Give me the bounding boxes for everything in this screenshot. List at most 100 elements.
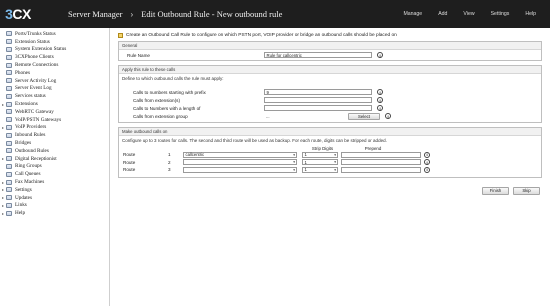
strip-digits-select[interactable]: 1 ▾ — [302, 159, 338, 166]
finish-button[interactable]: Finish — [482, 186, 509, 195]
sidebar-item-outbound-rules[interactable]: Outbound Rules — [0, 147, 109, 155]
section-heading: Apply this rule to these calls — [119, 66, 541, 74]
skip-button[interactable]: Skip — [513, 186, 540, 195]
sidebar-item-services-status[interactable]: Services status — [0, 92, 109, 100]
extension-group-row: Calls from extension group ... Select i — [119, 112, 541, 120]
make-calls-section: Make outbound calls on Configure up to 3… — [118, 127, 542, 178]
sidebar-item-server-event-log[interactable]: Server Event Log — [0, 85, 109, 93]
sidebar-item-voip-providers[interactable]: ▸ VoIP Providers — [0, 124, 109, 132]
section-description: Define to which outbound calls the rule … — [122, 76, 224, 81]
dropdown-arrow-icon: ▾ — [334, 152, 336, 157]
extensions-row: Calls from extension(s) i — [119, 96, 541, 104]
extensions-input[interactable] — [264, 97, 372, 103]
phones-icon — [6, 70, 12, 76]
dropdown-arrow-icon: ▾ — [334, 160, 336, 165]
sidebar-item-system-extension-status[interactable]: System Extension Status — [0, 46, 109, 54]
event-log-icon — [6, 85, 12, 91]
sidebar: Ports/Trunks Status Extension Status Sys… — [0, 28, 110, 306]
prefix-input[interactable]: 9 — [264, 89, 372, 95]
activity-log-icon — [6, 78, 12, 84]
sidebar-item-extension-status[interactable]: Extension Status — [0, 38, 109, 46]
sidebar-item-inbound-rules[interactable]: Inbound Rules — [0, 131, 109, 139]
sidebar-item-phones[interactable]: Phones — [0, 69, 109, 77]
info-icon[interactable]: i — [424, 159, 430, 166]
app-title: Server Manager — [68, 9, 123, 19]
info-icon[interactable]: i — [377, 105, 383, 111]
prepend-input[interactable] — [341, 151, 421, 158]
route-provider-select[interactable]: callcentric ▾ — [183, 151, 297, 158]
webrtc-icon — [6, 109, 12, 115]
providers-icon — [6, 124, 12, 130]
sidebar-item-server-activity-log[interactable]: Server Activity Log — [0, 77, 109, 85]
route-provider-select[interactable]: ▾ — [183, 166, 297, 173]
intro-text: Create an Outbound Call Rule to configur… — [114, 28, 546, 41]
sidebar-item-call-queues[interactable]: Call Queues — [0, 170, 109, 178]
info-icon[interactable]: i — [424, 151, 430, 158]
info-icon[interactable]: i — [385, 113, 391, 119]
dropdown-arrow-icon: ▾ — [293, 160, 295, 165]
page-title: Edit Outbound Rule - New outbound rule — [141, 9, 283, 19]
gateway-icon — [6, 117, 12, 123]
strip-digits-select[interactable]: 1 ▾ — [302, 151, 338, 158]
info-icon[interactable]: i — [377, 97, 383, 103]
prepend-input[interactable] — [341, 166, 421, 173]
info-icon[interactable]: i — [424, 166, 430, 173]
sidebar-item-digital-receptionist[interactable]: ▸ Digital Receptionist — [0, 155, 109, 163]
route-row-1: Route 1 callcentric ▾ 1 ▾ i — [119, 151, 541, 159]
remote-connections-icon — [6, 62, 12, 68]
info-note-icon — [118, 33, 123, 38]
info-icon[interactable]: i — [377, 52, 383, 58]
sidebar-item-remote-connections[interactable]: Remote Connections — [0, 61, 109, 69]
select-button[interactable]: Select — [348, 112, 380, 120]
call-queues-icon — [6, 171, 12, 177]
prepend-input[interactable] — [341, 159, 421, 166]
nav-add[interactable]: Add — [430, 11, 455, 17]
length-input[interactable] — [264, 105, 372, 111]
prepend-header: Prepend — [364, 145, 382, 151]
sidebar-item-3cxphone-clients[interactable]: 3CXPhone Clients — [0, 53, 109, 61]
top-nav: Manage Add View Settings Help — [395, 0, 544, 28]
system-extension-icon — [6, 46, 12, 52]
bridges-icon — [6, 140, 12, 146]
main-content: Create an Outbound Call Rule to configur… — [114, 28, 546, 306]
sidebar-item-extensions[interactable]: ▸ Extensions — [0, 100, 109, 108]
sidebar-item-settings[interactable]: ▸ Settings — [0, 186, 109, 194]
section-heading: General — [119, 42, 541, 50]
rule-name-input[interactable]: Rule for callcentric — [264, 52, 372, 58]
general-section: General Rule Name Rule for callcentric i — [118, 41, 542, 61]
length-row: Calls to Numbers with a length of i — [119, 104, 541, 112]
section-heading: Make outbound calls on — [119, 128, 541, 136]
extension-status-icon — [6, 39, 12, 45]
apply-section: Apply this rule to these calls Define to… — [118, 65, 542, 123]
dropdown-arrow-icon: ▾ — [293, 167, 295, 172]
sidebar-item-ring-groups[interactable]: Ring Groups — [0, 163, 109, 171]
dropdown-arrow-icon: ▾ — [293, 152, 295, 157]
sidebar-item-voip-pstn-gateways[interactable]: VoIP/PSTN Gateways — [0, 116, 109, 124]
info-icon[interactable]: i — [377, 89, 383, 95]
sidebar-item-links[interactable]: ▸ Links — [0, 202, 109, 210]
nav-manage[interactable]: Manage — [395, 11, 430, 17]
prefix-row: Calls to numbers starting with prefix 9 … — [119, 88, 541, 96]
receptionist-icon — [6, 156, 12, 162]
settings-icon — [6, 187, 12, 193]
chevron-right-icon: › — [130, 9, 134, 19]
strip-digits-select[interactable]: 1 ▾ — [302, 166, 338, 173]
3cx-logo[interactable]: 3 CX — [0, 0, 36, 28]
top-bar: 3 CX Server Manager › Edit Outbound Rule … — [0, 0, 550, 28]
help-icon — [6, 210, 12, 216]
strip-digits-header: Strip Digits — [311, 145, 334, 151]
nav-view[interactable]: View — [455, 11, 482, 17]
section-description: Configure up to 3 routes for calls. The … — [122, 138, 387, 143]
nav-help[interactable]: Help — [517, 11, 544, 17]
nav-settings[interactable]: Settings — [483, 11, 518, 17]
sidebar-item-fax-machines[interactable]: ▸ Fax Machines — [0, 178, 109, 186]
route-provider-select[interactable]: ▾ — [183, 159, 297, 166]
dropdown-arrow-icon: ▾ — [334, 167, 336, 172]
sidebar-item-help[interactable]: ▸ Help — [0, 209, 109, 217]
rule-name-row: Rule Name Rule for callcentric i — [119, 50, 541, 60]
sidebar-item-webrtc-gateway[interactable]: WebRTC Gateway — [0, 108, 109, 116]
ring-groups-icon — [6, 163, 12, 169]
sidebar-item-updates[interactable]: ▸ Updates — [0, 194, 109, 202]
sidebar-item-ports-trunks-status[interactable]: Ports/Trunks Status — [0, 30, 109, 38]
sidebar-item-bridges[interactable]: Bridges — [0, 139, 109, 147]
